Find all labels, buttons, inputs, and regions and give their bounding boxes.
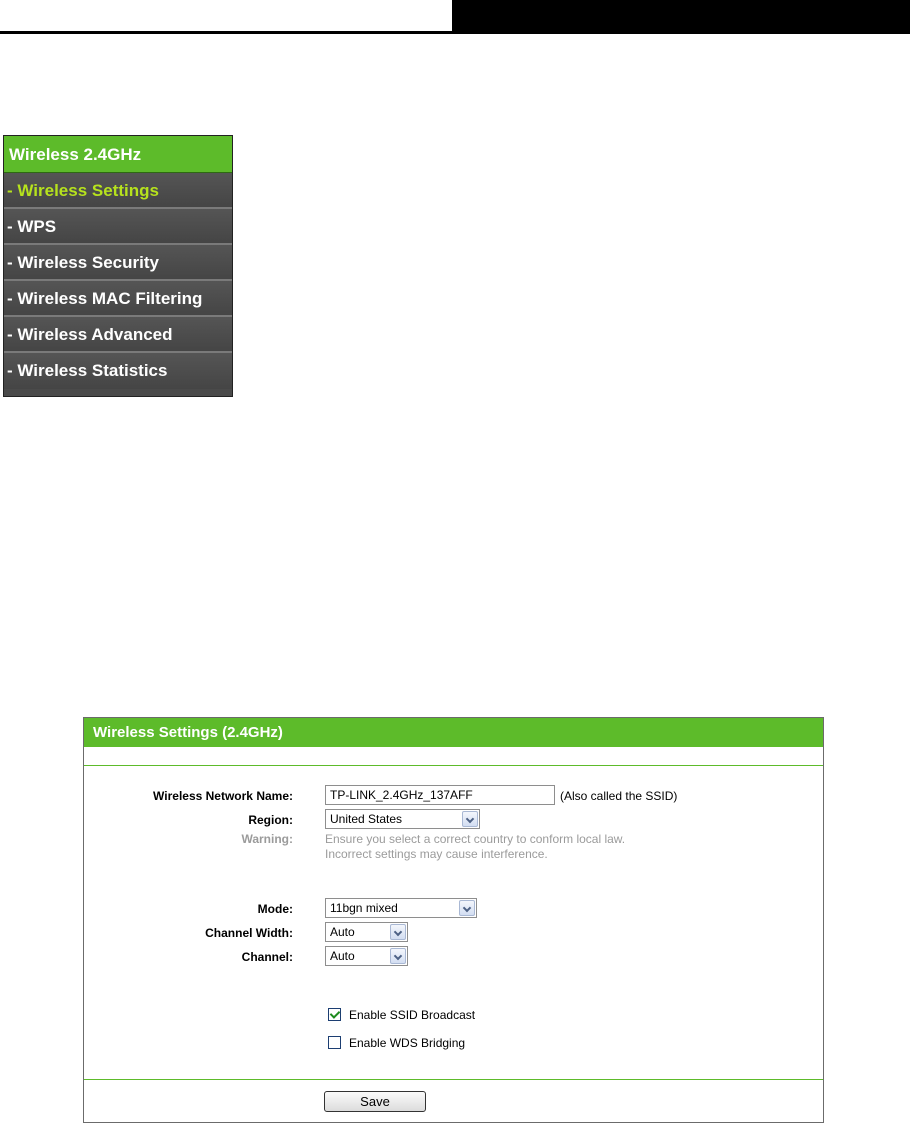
channel-width-label: Channel Width: bbox=[205, 926, 293, 940]
save-button[interactable]: Save bbox=[324, 1091, 426, 1112]
channel-select[interactable]: Auto bbox=[325, 946, 408, 966]
menu-item-wireless-security[interactable]: - Wireless Security bbox=[4, 245, 232, 281]
network-name-input[interactable] bbox=[325, 785, 555, 805]
warning-line-1: Ensure you select a correct country to c… bbox=[325, 832, 626, 846]
network-name-row: Wireless Network Name: (Also called the … bbox=[84, 785, 823, 807]
warning-line-2: Incorrect settings may cause interferenc… bbox=[325, 847, 548, 861]
panel-divider-top bbox=[84, 765, 823, 766]
channel-label: Channel: bbox=[241, 950, 293, 964]
chevron-down-icon[interactable] bbox=[459, 900, 475, 916]
channel-width-value: Auto bbox=[330, 925, 355, 939]
menu-item-wireless-advanced[interactable]: - Wireless Advanced bbox=[4, 317, 232, 353]
channel-width-row: Channel Width: Auto bbox=[84, 922, 823, 944]
menu-item-wireless-statistics[interactable]: - Wireless Statistics bbox=[4, 353, 232, 389]
panel-title: Wireless Settings (2.4GHz) bbox=[84, 718, 823, 747]
wds-bridging-label[interactable]: Enable WDS Bridging bbox=[349, 1036, 465, 1050]
panel-divider-bottom bbox=[84, 1079, 823, 1080]
mode-select[interactable]: 11bgn mixed bbox=[325, 898, 477, 918]
ssid-hint: (Also called the SSID) bbox=[560, 789, 678, 803]
region-select[interactable]: United States bbox=[325, 809, 480, 829]
region-value: United States bbox=[330, 812, 403, 826]
mode-label: Mode: bbox=[257, 902, 293, 916]
chevron-down-icon[interactable] bbox=[462, 811, 478, 827]
channel-row: Channel: Auto bbox=[84, 946, 823, 968]
channel-value: Auto bbox=[330, 949, 355, 963]
ssid-broadcast-checkbox[interactable] bbox=[328, 1008, 341, 1022]
menu-item-wps[interactable]: - WPS bbox=[4, 209, 232, 245]
warning-label: Warning: bbox=[241, 832, 293, 846]
region-row: Region: United States bbox=[84, 809, 823, 831]
header-black-bar bbox=[452, 0, 910, 34]
chevron-down-icon[interactable] bbox=[390, 924, 406, 940]
menu-title[interactable]: Wireless 2.4GHz bbox=[4, 136, 232, 173]
network-name-label: Wireless Network Name: bbox=[153, 789, 293, 803]
ssid-broadcast-row[interactable]: Enable SSID Broadcast bbox=[328, 1006, 475, 1024]
channel-width-select[interactable]: Auto bbox=[325, 922, 408, 942]
wds-bridging-row[interactable]: Enable WDS Bridging bbox=[328, 1034, 465, 1052]
menu-item-mac-filtering[interactable]: - Wireless MAC Filtering bbox=[4, 281, 232, 317]
menu-item-wireless-settings[interactable]: - Wireless Settings bbox=[4, 173, 232, 209]
mode-row: Mode: 11bgn mixed bbox=[84, 898, 823, 920]
wds-bridging-checkbox[interactable] bbox=[328, 1036, 341, 1050]
wireless-settings-panel: Wireless Settings (2.4GHz) Wireless Netw… bbox=[83, 717, 824, 1123]
region-label: Region: bbox=[248, 813, 293, 827]
mode-value: 11bgn mixed bbox=[330, 901, 398, 915]
warning-row: Warning: Ensure you select a correct cou… bbox=[84, 832, 823, 864]
wireless-menu: Wireless 2.4GHz - Wireless Settings - WP… bbox=[3, 135, 233, 397]
ssid-broadcast-label[interactable]: Enable SSID Broadcast bbox=[349, 1008, 475, 1022]
chevron-down-icon[interactable] bbox=[390, 948, 406, 964]
header-rule bbox=[0, 31, 452, 34]
